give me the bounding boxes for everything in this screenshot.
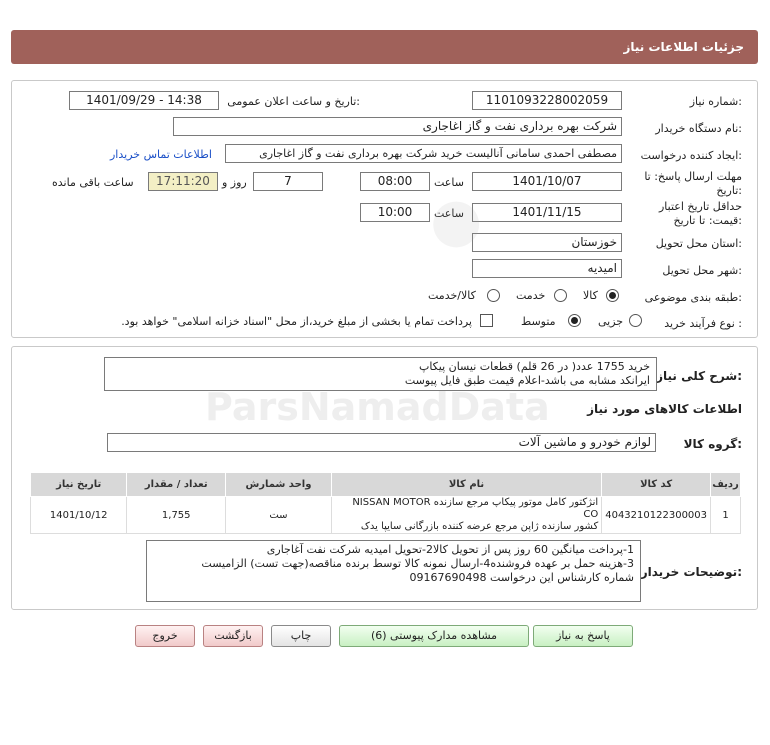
purchase-medium-label: متوسط (521, 315, 556, 328)
col-qty: تعداد / مقدار (126, 472, 227, 497)
summary-line-2: ایرانکد مشابه می باشد-اعلام قیمت طبق فای… (404, 374, 650, 387)
category-goods-label: کالا (583, 289, 598, 302)
need-number-label: شماره نیاز: (689, 95, 742, 108)
deadline-time-label: ساعت (434, 176, 464, 189)
cell-name-line-1: انژکتور کامل موتور پیکاپ مرجع سازنده NIS… (352, 497, 599, 520)
table-row: 1 4043210122300003 انژکتور کامل موتور پی… (29, 496, 741, 534)
deadline-label-2: تاریخ: (716, 184, 742, 197)
category-service-label: خدمت (516, 289, 546, 302)
title-bar: جزئیات اطلاعات نیاز (11, 30, 758, 64)
creator-label: ایجاد کننده درخواست: (640, 149, 742, 162)
goods-table: ردیف کد کالا نام کالا واحد شمارش تعداد /… (29, 472, 741, 534)
announce-label: تاریخ و ساعت اعلان عمومی: (227, 95, 360, 108)
col-date: تاریخ نیاز (29, 472, 128, 497)
deadline-time-field: 08:00 (360, 172, 430, 191)
attachments-button[interactable]: مشاهده مدارک پیوستی (6) (339, 625, 529, 647)
contact-buyer-link[interactable]: اطلاعات تماس خریدار (110, 148, 212, 161)
validity-label-1: حداقل تاریخ اعتبار (658, 200, 742, 213)
buyer-org-field: شرکت بهره برداری نفت و گاز اغاجاری (173, 117, 622, 136)
summary-label: شرح کلی نیاز: (656, 369, 742, 383)
goods-group-field: لوازم خودرو و ماشین آلات (107, 433, 656, 452)
category-both-label: کالا/خدمت (428, 289, 476, 302)
category-goods-radio[interactable] (606, 289, 619, 302)
cell-qty: 1,755 (126, 496, 227, 534)
summary-line-1: خرید 1755 عدد( در 26 قلم) قطعات نیسان پی… (418, 360, 650, 373)
summary-textarea[interactable]: خرید 1755 عدد( در 26 قلم) قطعات نیسان پی… (104, 357, 657, 391)
creator-field: مصطفی احمدی سامانی آنالیست خرید شرکت بهر… (225, 144, 622, 163)
province-field: خوزستان (472, 233, 622, 252)
purchase-minor-label: جزیی (598, 315, 624, 328)
page-title: جزئیات اطلاعات نیاز (623, 40, 744, 54)
category-label: طبقه بندی موضوعی: (644, 291, 742, 304)
col-code: کد کالا (601, 472, 712, 497)
city-field: امیدیه (472, 259, 622, 278)
cell-code: 4043210122300003 (601, 496, 712, 534)
goods-group-label: گروه کالا: (683, 437, 742, 451)
page: جزئیات اطلاعات نیاز شماره نیاز: 11010932… (0, 0, 770, 745)
validity-time-label: ساعت (434, 207, 464, 220)
validity-date-field: 1401/11/15 (472, 203, 622, 222)
cell-name: انژکتور کامل موتور پیکاپ مرجع سازنده NIS… (330, 496, 603, 534)
cell-name-line-2: کشور سازنده ژاپن مرجع عرضه کننده بازرگان… (360, 521, 599, 532)
days-field: 7 (253, 172, 323, 191)
remaining-label: ساعت باقی مانده (52, 176, 134, 189)
category-service-radio[interactable] (554, 289, 567, 302)
announce-field: 1401/09/29 - 14:38 (69, 91, 219, 110)
purchase-medium-radio[interactable] (568, 314, 581, 327)
print-button[interactable]: چاپ (271, 625, 331, 647)
buyer-notes-line-3: شماره کارشناس این درخواست 09167690498 (409, 571, 634, 584)
city-label: شهر محل تحویل: (662, 264, 742, 277)
purchase-minor-radio[interactable] (629, 314, 642, 327)
exit-button[interactable]: خروج (135, 625, 195, 647)
cell-row: 1 (710, 496, 741, 534)
treasury-checkbox[interactable] (480, 314, 493, 327)
need-number-field: 1101093228002059 (472, 91, 622, 110)
validity-time-field: 10:00 (360, 203, 430, 222)
validity-label-2: قیمت: تا تاریخ: (673, 214, 742, 227)
province-label: استان محل تحویل: (655, 237, 742, 250)
cell-date: 1401/10/12 (29, 496, 128, 534)
deadline-label-1: مهلت ارسال پاسخ: تا (644, 170, 742, 183)
cell-unit: ست (225, 496, 332, 534)
buyer-notes-line-1: 1-پرداخت میانگین 60 روز پس از تحویل کالا… (266, 543, 634, 556)
reply-button[interactable]: پاسخ به نیاز (533, 625, 633, 647)
back-button[interactable]: بازگشت (203, 625, 263, 647)
col-row: ردیف (710, 472, 741, 497)
remaining-time-field: 17:11:20 (148, 172, 218, 191)
category-both-radio[interactable] (487, 289, 500, 302)
buyer-notes-label: توضیحات خریدار: (640, 565, 742, 579)
col-unit: واحد شمارش (225, 472, 332, 497)
col-name: نام کالا (330, 472, 603, 497)
days-label: روز و (222, 176, 247, 189)
treasury-note: پرداخت تمام یا بخشی از مبلغ خرید،از محل … (121, 315, 472, 328)
deadline-date-field: 1401/10/07 (472, 172, 622, 191)
purchase-type-label: نوع فرآیند خرید : (664, 317, 742, 330)
buyer-notes-textarea[interactable]: 1-پرداخت میانگین 60 روز پس از تحویل کالا… (146, 540, 641, 602)
buyer-notes-line-2: 3-هزینه حمل بر عهده فروشنده4-ارسال نمونه… (201, 557, 634, 570)
buyer-org-label: نام دستگاه خریدار: (655, 122, 742, 135)
goods-info-title: اطلاعات کالاهای مورد نیاز (587, 402, 742, 416)
